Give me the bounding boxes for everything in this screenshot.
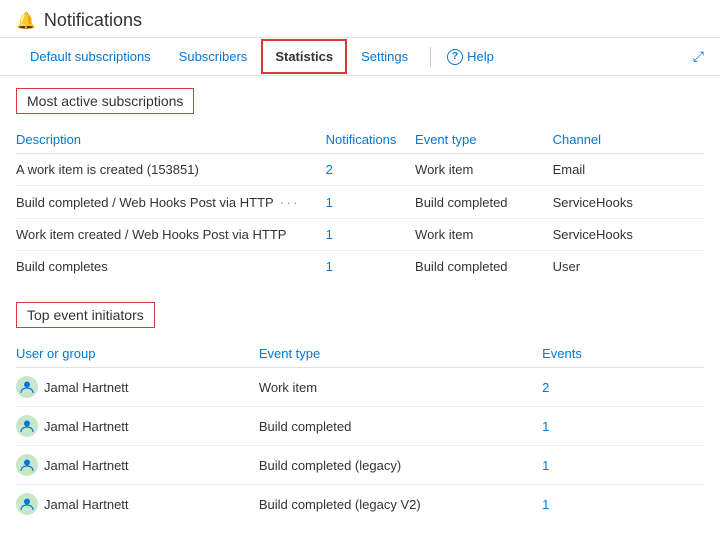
top-initiators-section-header: Top event initiators — [16, 302, 155, 328]
user-name: Jamal Hartnett — [44, 458, 129, 473]
user-row: Jamal Hartnett — [16, 454, 251, 476]
cell-events: 2 — [542, 368, 704, 407]
cell-description: Build completed / Web Hooks Post via HTT… — [16, 186, 326, 219]
cell-event-type: Build completed (legacy V2) — [259, 485, 542, 524]
table-row: Build completed / Web Hooks Post via HTT… — [16, 186, 704, 219]
most-active-table: Description Notifications Event type Cha… — [16, 126, 704, 282]
col-header-channel: Channel — [553, 126, 704, 154]
cell-channel: Email — [553, 154, 704, 186]
nav-default-subscriptions[interactable]: Default subscriptions — [16, 39, 165, 74]
user-row: Jamal Hartnett — [16, 493, 251, 515]
main-content: Most active subscriptions Description No… — [0, 76, 720, 555]
cell-description: Work item created / Web Hooks Post via H… — [16, 219, 326, 251]
cell-notifications: 1 — [326, 186, 415, 219]
cell-events: 1 — [542, 446, 704, 485]
cell-channel: ServiceHooks — [553, 219, 704, 251]
avatar — [16, 376, 38, 398]
avatar — [16, 454, 38, 476]
nav-settings[interactable]: Settings — [347, 39, 422, 74]
avatar — [16, 415, 38, 437]
cell-notifications: 1 — [326, 219, 415, 251]
nav-subscribers[interactable]: Subscribers — [165, 39, 262, 74]
col-header-description: Description — [16, 126, 326, 154]
cell-event-type: Work item — [259, 368, 542, 407]
most-active-section-header: Most active subscriptions — [16, 88, 194, 114]
table-row: Build completes1Build completedUser — [16, 251, 704, 283]
user-row: Jamal Hartnett — [16, 376, 251, 398]
col-header-user-group: User or group — [16, 340, 259, 368]
table-row: Jamal Hartnett Build completed (legacy)1 — [16, 446, 704, 485]
nav-bar: Default subscriptions Subscribers Statis… — [0, 38, 720, 76]
top-initiators-table: User or group Event type Events Jamal Ha… — [16, 340, 704, 523]
page-header: 🔔 Notifications — [0, 0, 720, 38]
ellipsis-icon: ··· — [274, 194, 300, 210]
cell-event-type: Build completed — [415, 186, 553, 219]
table-row: A work item is created (153851)2Work ite… — [16, 154, 704, 186]
cell-user: Jamal Hartnett — [16, 485, 259, 524]
user-name: Jamal Hartnett — [44, 380, 129, 395]
cell-notifications: 2 — [326, 154, 415, 186]
table-row: Jamal Hartnett Build completed (legacy V2… — [16, 485, 704, 524]
nav-statistics[interactable]: Statistics — [261, 39, 347, 74]
cell-events: 1 — [542, 485, 704, 524]
col-header-notifications: Notifications — [326, 126, 415, 154]
user-name: Jamal Hartnett — [44, 497, 129, 512]
cell-description: A work item is created (153851) — [16, 154, 326, 186]
page-title: Notifications — [44, 10, 142, 31]
most-active-header-row: Description Notifications Event type Cha… — [16, 126, 704, 154]
avatar — [16, 493, 38, 515]
cell-event-type: Work item — [415, 219, 553, 251]
user-name: Jamal Hartnett — [44, 419, 129, 434]
cell-user: Jamal Hartnett — [16, 368, 259, 407]
table-row: Jamal Hartnett Build completed1 — [16, 407, 704, 446]
cell-event-type: Build completed — [259, 407, 542, 446]
col-header-events: Events — [542, 340, 704, 368]
initiators-header-row: User or group Event type Events — [16, 340, 704, 368]
cell-user: Jamal Hartnett — [16, 407, 259, 446]
cell-events: 1 — [542, 407, 704, 446]
help-circle-icon: ? — [447, 49, 463, 65]
expand-icon[interactable]: ⤢ — [693, 38, 704, 75]
col-header-event-type2: Event type — [259, 340, 542, 368]
cell-event-type: Build completed — [415, 251, 553, 283]
help-label: Help — [467, 49, 494, 64]
cell-channel: ServiceHooks — [553, 186, 704, 219]
nav-divider — [430, 47, 431, 67]
cell-user: Jamal Hartnett — [16, 446, 259, 485]
cell-channel: User — [553, 251, 704, 283]
col-header-event-type: Event type — [415, 126, 553, 154]
cell-event-type: Work item — [415, 154, 553, 186]
notifications-icon: 🔔 — [16, 11, 36, 31]
cell-event-type: Build completed (legacy) — [259, 446, 542, 485]
nav-help[interactable]: ? Help — [439, 39, 502, 75]
table-row: Jamal Hartnett Work item2 — [16, 368, 704, 407]
user-row: Jamal Hartnett — [16, 415, 251, 437]
cell-description: Build completes — [16, 251, 326, 283]
cell-notifications: 1 — [326, 251, 415, 283]
table-row: Work item created / Web Hooks Post via H… — [16, 219, 704, 251]
